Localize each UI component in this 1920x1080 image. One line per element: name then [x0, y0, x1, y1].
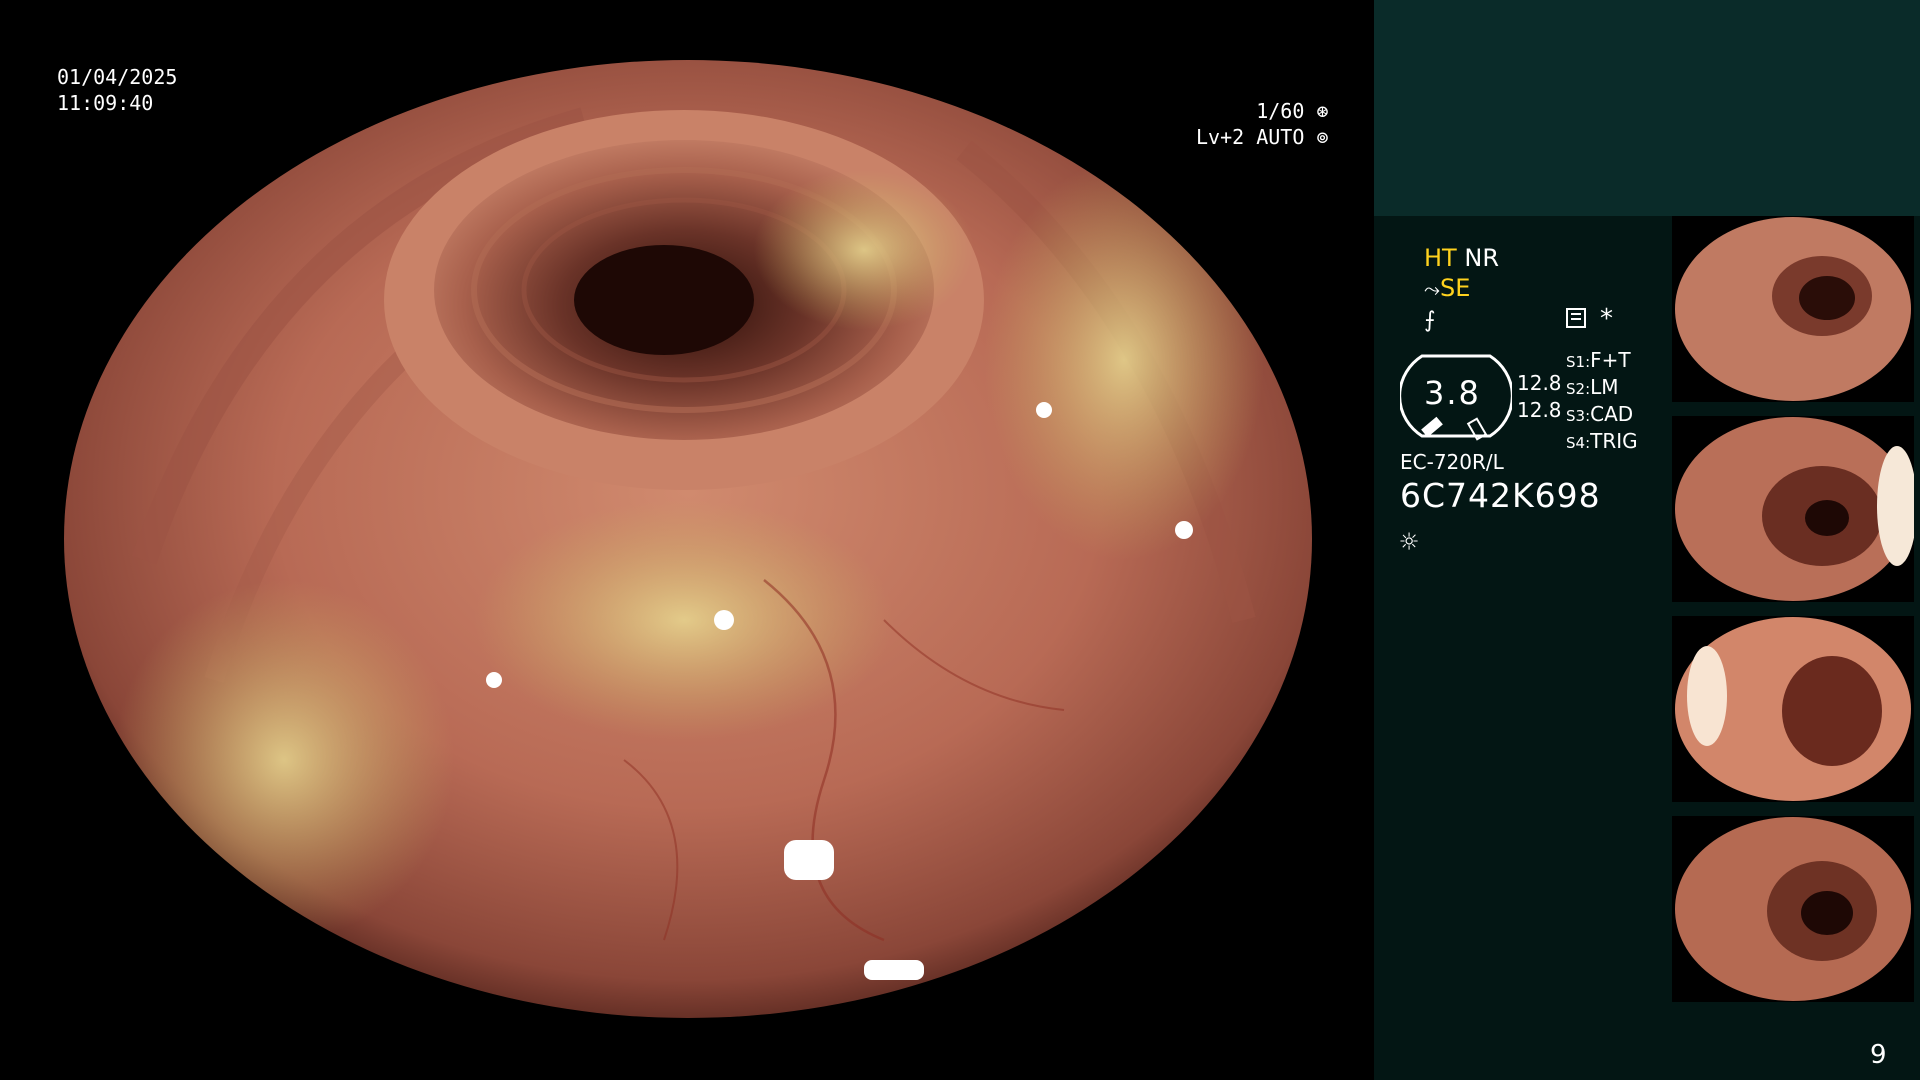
s4-value: TRIG: [1590, 429, 1638, 453]
switch-assignments: S1:F+T S2:LM S3:CAD S4:TRIG: [1566, 348, 1638, 453]
endoscope-image: [64, 60, 1312, 1018]
shutter-icon: ⊛: [1316, 99, 1329, 123]
endoscope-view: [64, 60, 1312, 1018]
asterisk-text: *: [1600, 304, 1613, 334]
light-icon: ☼: [1400, 525, 1419, 560]
filter-icon: ⨍: [1424, 308, 1436, 333]
shutter-text: 1/60: [1256, 99, 1305, 123]
exposure-info: 1/60 ⊛ Lv+2 AUTO ⊚: [1196, 98, 1328, 150]
date-time: 01/04/2025 11:09:40: [57, 64, 177, 116]
ht-indicator: HT: [1424, 244, 1457, 272]
gauge-side-top: 12.8: [1517, 371, 1562, 395]
nr-indicator: NR: [1464, 244, 1499, 272]
gauge-side-values: 12.8 12.8: [1517, 370, 1562, 424]
level-text: Lv+2: [1196, 125, 1245, 149]
scope-serial: 6C742K698: [1400, 476, 1601, 515]
thumbnail-3[interactable]: [1672, 616, 1914, 802]
scope-model: EC-720R/L: [1400, 450, 1504, 474]
time-text: 11:09:40: [57, 91, 154, 115]
side-panel-header: [1374, 0, 1920, 216]
hook-icon: ⤳: [1424, 277, 1440, 301]
thumbnail-1[interactable]: [1672, 216, 1914, 402]
se-indicator: SE: [1440, 274, 1471, 302]
s1-value: F+T: [1590, 348, 1631, 372]
auto-iris-icon: ⊚: [1316, 125, 1329, 149]
s3-value: CAD: [1590, 402, 1634, 426]
mode-text: AUTO: [1256, 125, 1305, 149]
menu-card-icon: [1566, 308, 1586, 328]
thumbnail-4[interactable]: [1672, 816, 1914, 1002]
gauge-side-bottom: 12.8: [1517, 398, 1562, 422]
gauge-value: 3.8: [1424, 374, 1481, 412]
gain-gauge: 3.8: [1398, 350, 1514, 442]
processing-status: HT NR ⤳SE ⨍: [1424, 243, 1499, 336]
page-number: 9: [1870, 1040, 1887, 1070]
date-text: 01/04/2025: [57, 65, 178, 89]
thumbnail-2[interactable]: [1672, 416, 1914, 602]
s2-value: LM: [1590, 375, 1619, 399]
